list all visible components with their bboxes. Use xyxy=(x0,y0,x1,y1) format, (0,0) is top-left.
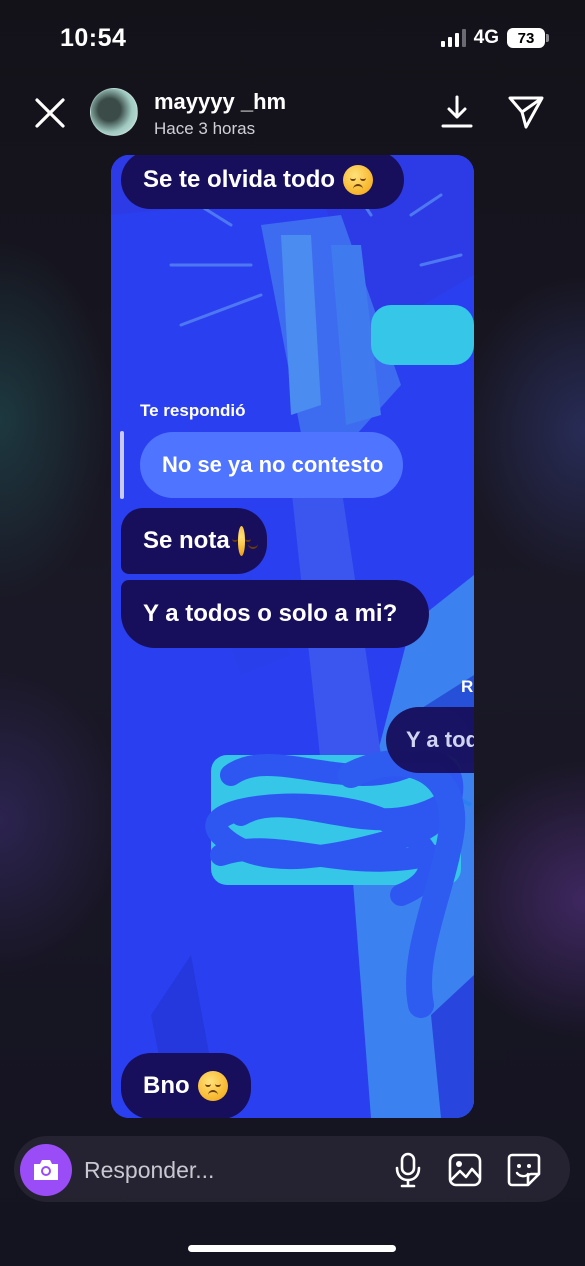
battery-level: 73 xyxy=(517,29,535,47)
download-icon[interactable] xyxy=(438,93,476,131)
reply-input[interactable] xyxy=(84,1154,374,1186)
network-type: 4G xyxy=(473,27,499,48)
gallery-icon[interactable] xyxy=(447,1152,483,1188)
microphone-icon[interactable] xyxy=(393,1152,423,1188)
message-text: Y a todos o solo a mi? xyxy=(143,600,398,627)
story-image[interactable]: Se te olvida todo Te respondió No se ya … xyxy=(111,155,474,1118)
message-text: Bno xyxy=(143,1072,190,1099)
message-bubble: Se te olvida todo xyxy=(121,155,404,209)
battery-icon: 73 xyxy=(507,28,549,48)
sticker-icon[interactable] xyxy=(506,1152,542,1188)
message-bubble: Bno xyxy=(121,1053,251,1118)
reply-label: Te respondió xyxy=(140,401,246,420)
camera-button[interactable] xyxy=(20,1144,72,1196)
camera-icon xyxy=(34,1160,58,1180)
share-send-icon[interactable] xyxy=(506,93,546,131)
username[interactable]: mayyyy _hm xyxy=(154,89,286,115)
disappointed-face-emoji xyxy=(343,165,374,195)
message-text: Se te olvida todo xyxy=(143,166,336,193)
reply-quote-bar xyxy=(120,431,124,499)
relieved-face-emoji xyxy=(231,526,258,556)
cellular-signal-icon xyxy=(440,29,466,47)
message-text: Se nota xyxy=(143,527,230,554)
avatar[interactable] xyxy=(90,88,138,136)
status-time: 10:54 xyxy=(60,24,127,52)
story-time-ago: Hace 3 horas xyxy=(154,119,256,138)
message-bubble: Se nota xyxy=(121,508,267,574)
partial-reply-label: R xyxy=(461,677,474,696)
close-icon[interactable] xyxy=(30,93,70,133)
message-bubble: Y a todos o solo a mi? xyxy=(121,580,429,648)
disappointed-face-emoji xyxy=(197,1071,228,1101)
status-indicators: 4G 73 xyxy=(440,27,549,49)
reply-bubble: No se ya no contesto xyxy=(140,432,403,498)
partial-message-bubble: Y a tod xyxy=(386,707,474,773)
story-viewer: 10:54 4G 73 mayyyy _hm Hace 3 horas Se t… xyxy=(0,0,585,1266)
home-indicator[interactable] xyxy=(188,1245,396,1252)
partial-message-text: Y a tod xyxy=(406,727,474,752)
